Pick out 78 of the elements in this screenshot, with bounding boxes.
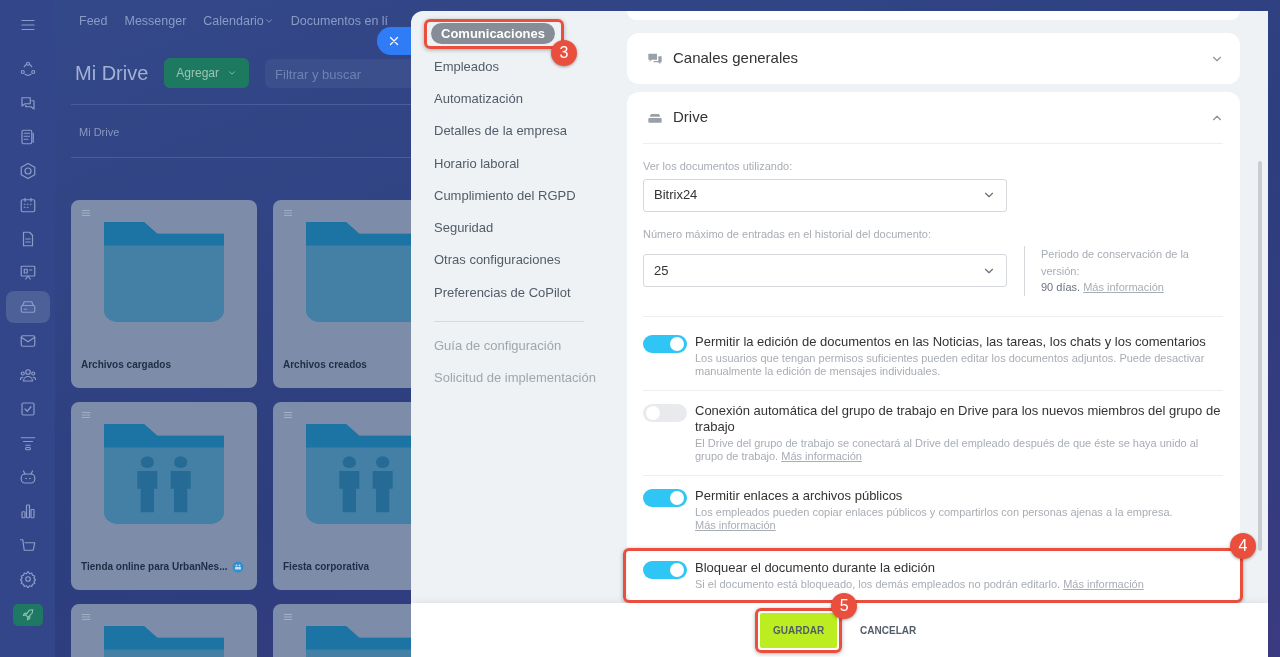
more-info-link[interactable]: Más información [781, 449, 862, 462]
nav-link[interactable]: Feed [79, 11, 108, 31]
folder-name: Archivos creados [283, 358, 367, 372]
rail-item[interactable] [5, 291, 50, 323]
add-button[interactable]: Agregar [164, 58, 250, 88]
circle-dots-icon [18, 60, 37, 78]
drag-handle-icon [81, 208, 91, 218]
field-label: Número máximo de entradas en el historial del documento: [643, 226, 932, 242]
rocket-button[interactable] [12, 604, 43, 626]
calendar-icon [18, 196, 37, 214]
section-title: Drive [673, 107, 709, 128]
nav-link[interactable]: Messenger [124, 11, 187, 31]
step-badge: 3 [551, 39, 578, 66]
nav-link[interactable]: Calendario [203, 11, 274, 31]
more-info-link[interactable]: Más información [695, 518, 776, 531]
shared-group-icon [231, 560, 244, 573]
select-field[interactable]: 25 [643, 254, 1007, 288]
cart-icon [18, 536, 37, 554]
option-description: Si el documento está bloqueado, los demás empleados no podrán editarlo. Más información [695, 577, 1145, 591]
menu-item[interactable]: Detalles de la empresa [434, 121, 567, 141]
close-icon [388, 35, 400, 47]
close-button[interactable] [377, 27, 411, 55]
drag-handle-icon [283, 410, 293, 420]
presentation-icon [18, 264, 37, 282]
page-title: Mi Drive [75, 61, 149, 86]
breadcrumb[interactable]: Mi Drive [79, 126, 120, 138]
mail-icon [18, 332, 37, 350]
section-header[interactable]: Canales generales [627, 33, 1240, 84]
chat-icon [18, 94, 37, 112]
field-label: Ver los documentos utilizando: [643, 159, 794, 174]
drag-handle-icon [81, 612, 91, 622]
note-label: Periodo de conservación de la versión: [1041, 247, 1190, 279]
option-title: Bloquear el documento durante la edición [695, 559, 936, 576]
option-title: Conexión automática del grupo de trabajo en Drive para los nuevos miembros del grupo de trabajo [695, 402, 1222, 435]
option-description: Los usuarios que tengan permisos suficientes pueden editar los documentos adjuntos. Puede desactivar manualmente la edición de mensajes individuales. [695, 351, 1206, 378]
more-info-link[interactable]: Más información [1083, 281, 1164, 293]
robot-icon [18, 468, 37, 486]
toggle-switch[interactable] [643, 560, 687, 579]
folder-card[interactable]: Archivos cargados [71, 200, 257, 388]
caret-icon [227, 68, 238, 78]
people-icon [18, 366, 37, 384]
note-text: 90 días. Más información [1041, 280, 1165, 295]
funnel-icon [18, 434, 37, 452]
drag-handle-icon [283, 208, 293, 218]
drag-handle-icon [283, 612, 293, 622]
hexagon-icon [18, 162, 37, 180]
option-description: El Drive del grupo de trabajo se conectará al Drive del empleado después de que éste se haya unido al grupo de trabajo. Más información [695, 436, 1200, 463]
menu-item[interactable]: Empleados [434, 56, 500, 77]
folder-name: Fiesta corporativa [283, 560, 370, 574]
option-title: Permitir enlaces a archivos públicos [695, 487, 904, 504]
menu-item[interactable]: Comunicaciones [431, 23, 556, 45]
save-button[interactable]: GUARDAR [760, 612, 838, 648]
folder-name: Tienda online para UrbanNes... [81, 560, 228, 574]
folder-name: Archivos cargados [81, 358, 172, 372]
caret-icon [263, 16, 274, 26]
option-title: Permitir la edición de documentos en las Noticias, las tareas, los chats y los comentarios [695, 333, 1207, 350]
step-badge: 4 [1230, 532, 1256, 559]
checkbox-icon [18, 400, 37, 418]
section-title: Canales generales [673, 48, 800, 69]
nav-link[interactable]: Documentos en lí [290, 11, 389, 31]
bar-chart-icon [18, 502, 37, 520]
toggle-switch[interactable] [643, 488, 687, 507]
folder-icon [104, 222, 224, 322]
menu-item[interactable]: Horario laboral [434, 153, 520, 174]
menu-item[interactable]: Automatización [434, 89, 523, 109]
option-description: Los empleados pueden copiar enlaces públicos y compartirlos con personas ajenas a la empresa. Más información [695, 505, 1174, 532]
scrollbar[interactable] [1258, 161, 1262, 551]
settings-icon [18, 570, 37, 588]
rocket-icon [20, 608, 35, 622]
toggle-switch[interactable] [643, 334, 687, 353]
select-field[interactable]: Bitrix24 [643, 178, 1007, 212]
folder-card[interactable]: Tienda online para UrbanNes... [71, 402, 257, 590]
drive-icon [18, 298, 37, 316]
group-folder-icon [104, 424, 224, 524]
more-info-link[interactable]: Más información [1063, 577, 1144, 590]
section-header[interactable]: Drive [627, 92, 1240, 143]
drag-handle-icon [81, 410, 91, 420]
document-list-icon [18, 128, 37, 146]
